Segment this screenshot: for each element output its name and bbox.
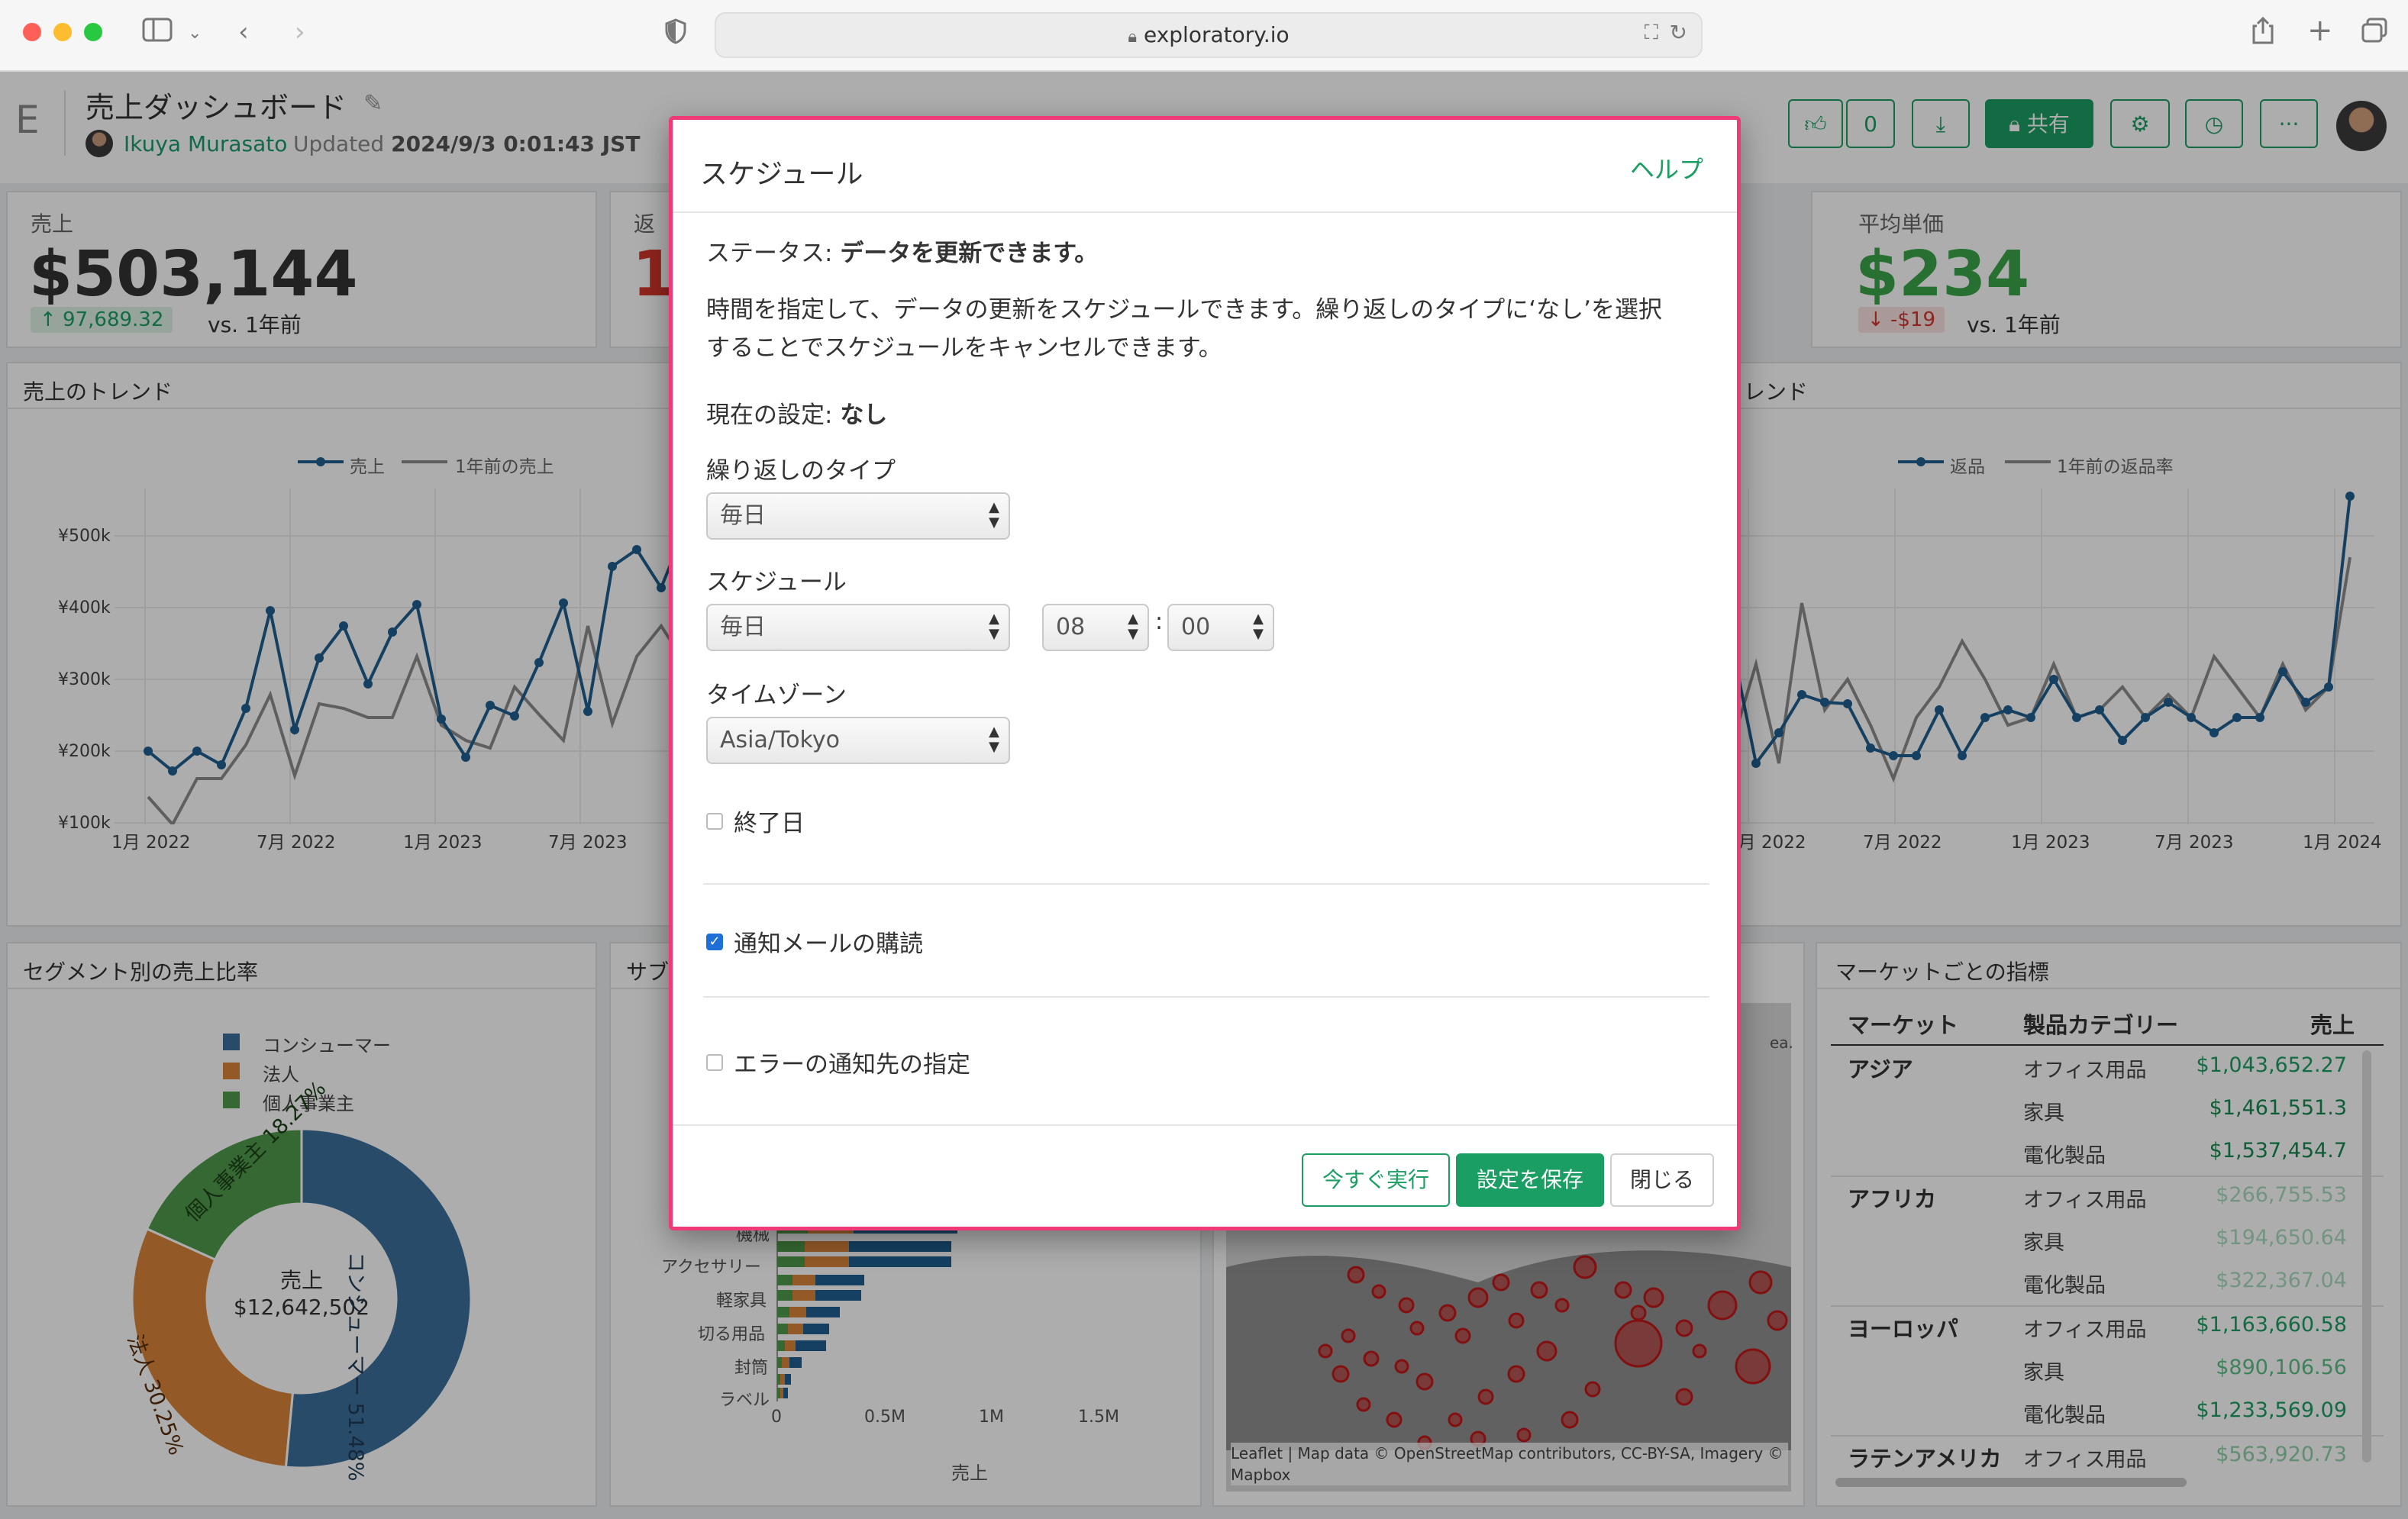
- browser-toolbar: ⌄ ‹ › 🔒︎ exploratory.io ⛶ ↻ +: [0, 0, 2408, 72]
- url-label: exploratory.io: [1143, 22, 1290, 47]
- schedule-value: 毎日: [720, 614, 766, 640]
- select-arrows-icon: ▲ ▼: [1253, 611, 1264, 642]
- status-label: ステータス:: [706, 240, 833, 267]
- repeat-type-select[interactable]: 毎日 ▲ ▼: [706, 492, 1010, 540]
- tab-overview-icon[interactable]: [2361, 17, 2388, 51]
- description-line-2: することでスケジュールをキャンセルできます。: [706, 334, 1222, 362]
- help-link[interactable]: ヘルプ: [1630, 150, 1703, 185]
- forward-icon[interactable]: ›: [295, 17, 305, 47]
- url-text: 🔒︎ exploratory.io: [716, 21, 1701, 51]
- schedule-select[interactable]: 毎日 ▲ ▼: [706, 604, 1010, 651]
- new-tab-icon[interactable]: +: [2307, 15, 2333, 46]
- current-setting-value: なし: [840, 402, 888, 429]
- zoom-window-button[interactable]: [84, 23, 102, 41]
- sidebar-toggle-icon[interactable]: [142, 17, 173, 50]
- status-line: ステータス: データを更新できます。: [706, 234, 1098, 273]
- current-setting: 現在の設定: なし: [706, 396, 887, 434]
- section-divider: [703, 996, 1709, 998]
- modal-title: スケジュール: [700, 159, 863, 190]
- run-now-button[interactable]: 今すぐ実行: [1302, 1153, 1450, 1207]
- select-arrows-icon: ▲ ▼: [989, 499, 999, 531]
- share-icon[interactable]: [2251, 15, 2275, 53]
- minute-value: 00: [1181, 614, 1211, 640]
- timezone-select[interactable]: Asia/Tokyo ▲ ▼: [706, 717, 1010, 764]
- minimize-window-button[interactable]: [53, 23, 72, 41]
- end-date-label: 終了日: [734, 810, 805, 837]
- save-settings-button[interactable]: 設定を保存: [1456, 1153, 1604, 1207]
- address-bar[interactable]: 🔒︎ exploratory.io ⛶ ↻: [715, 12, 1703, 58]
- modal-header-divider: [673, 211, 1737, 213]
- timezone-label: タイムゾーン: [706, 682, 847, 709]
- repeat-type-label: 繰り返しのタイプ: [706, 457, 896, 485]
- shield-icon[interactable]: [664, 18, 687, 51]
- select-arrows-icon: ▲ ▼: [1128, 611, 1138, 642]
- end-date-checkbox[interactable]: [706, 813, 723, 830]
- current-setting-label: 現在の設定:: [706, 402, 833, 429]
- timezone-value: Asia/Tokyo: [720, 727, 840, 753]
- reload-icon[interactable]: ↻: [1670, 20, 1687, 45]
- status-value: データを更新できます。: [840, 240, 1099, 267]
- schedule-label: スケジュール: [706, 569, 847, 596]
- translate-icon[interactable]: ⛶: [1645, 21, 1658, 45]
- lock-icon: 🔒︎: [1128, 27, 1138, 47]
- close-window-button[interactable]: [23, 23, 41, 41]
- description-line-1: 時間を指定して、データの更新をスケジュールできます。繰り返しのタイプに‘なし’を…: [706, 296, 1662, 324]
- select-arrows-icon: ▲ ▼: [989, 724, 999, 755]
- error-notify-checkbox[interactable]: [706, 1054, 723, 1071]
- minute-select[interactable]: 00 ▲ ▼: [1167, 604, 1274, 651]
- notify-email-label: 通知メールの購読: [734, 930, 923, 958]
- notify-email-checkbox[interactable]: ✓: [706, 934, 723, 950]
- chevron-down-icon[interactable]: ⌄: [188, 18, 202, 49]
- hour-select[interactable]: 08 ▲ ▼: [1042, 604, 1149, 651]
- hour-value: 08: [1056, 614, 1086, 640]
- close-button[interactable]: 閉じる: [1610, 1153, 1714, 1207]
- repeat-type-value: 毎日: [720, 502, 766, 529]
- time-separator: :: [1155, 608, 1164, 635]
- back-icon[interactable]: ‹: [238, 17, 249, 47]
- select-arrows-icon: ▲ ▼: [989, 611, 999, 642]
- schedule-modal: スケジュール ヘルプ ステータス: データを更新できます。 時間を指定して、デー…: [669, 116, 1741, 1230]
- error-notify-label: エラーの通知先の指定: [734, 1051, 970, 1079]
- section-divider: [703, 883, 1709, 885]
- modal-footer-divider: [673, 1124, 1737, 1126]
